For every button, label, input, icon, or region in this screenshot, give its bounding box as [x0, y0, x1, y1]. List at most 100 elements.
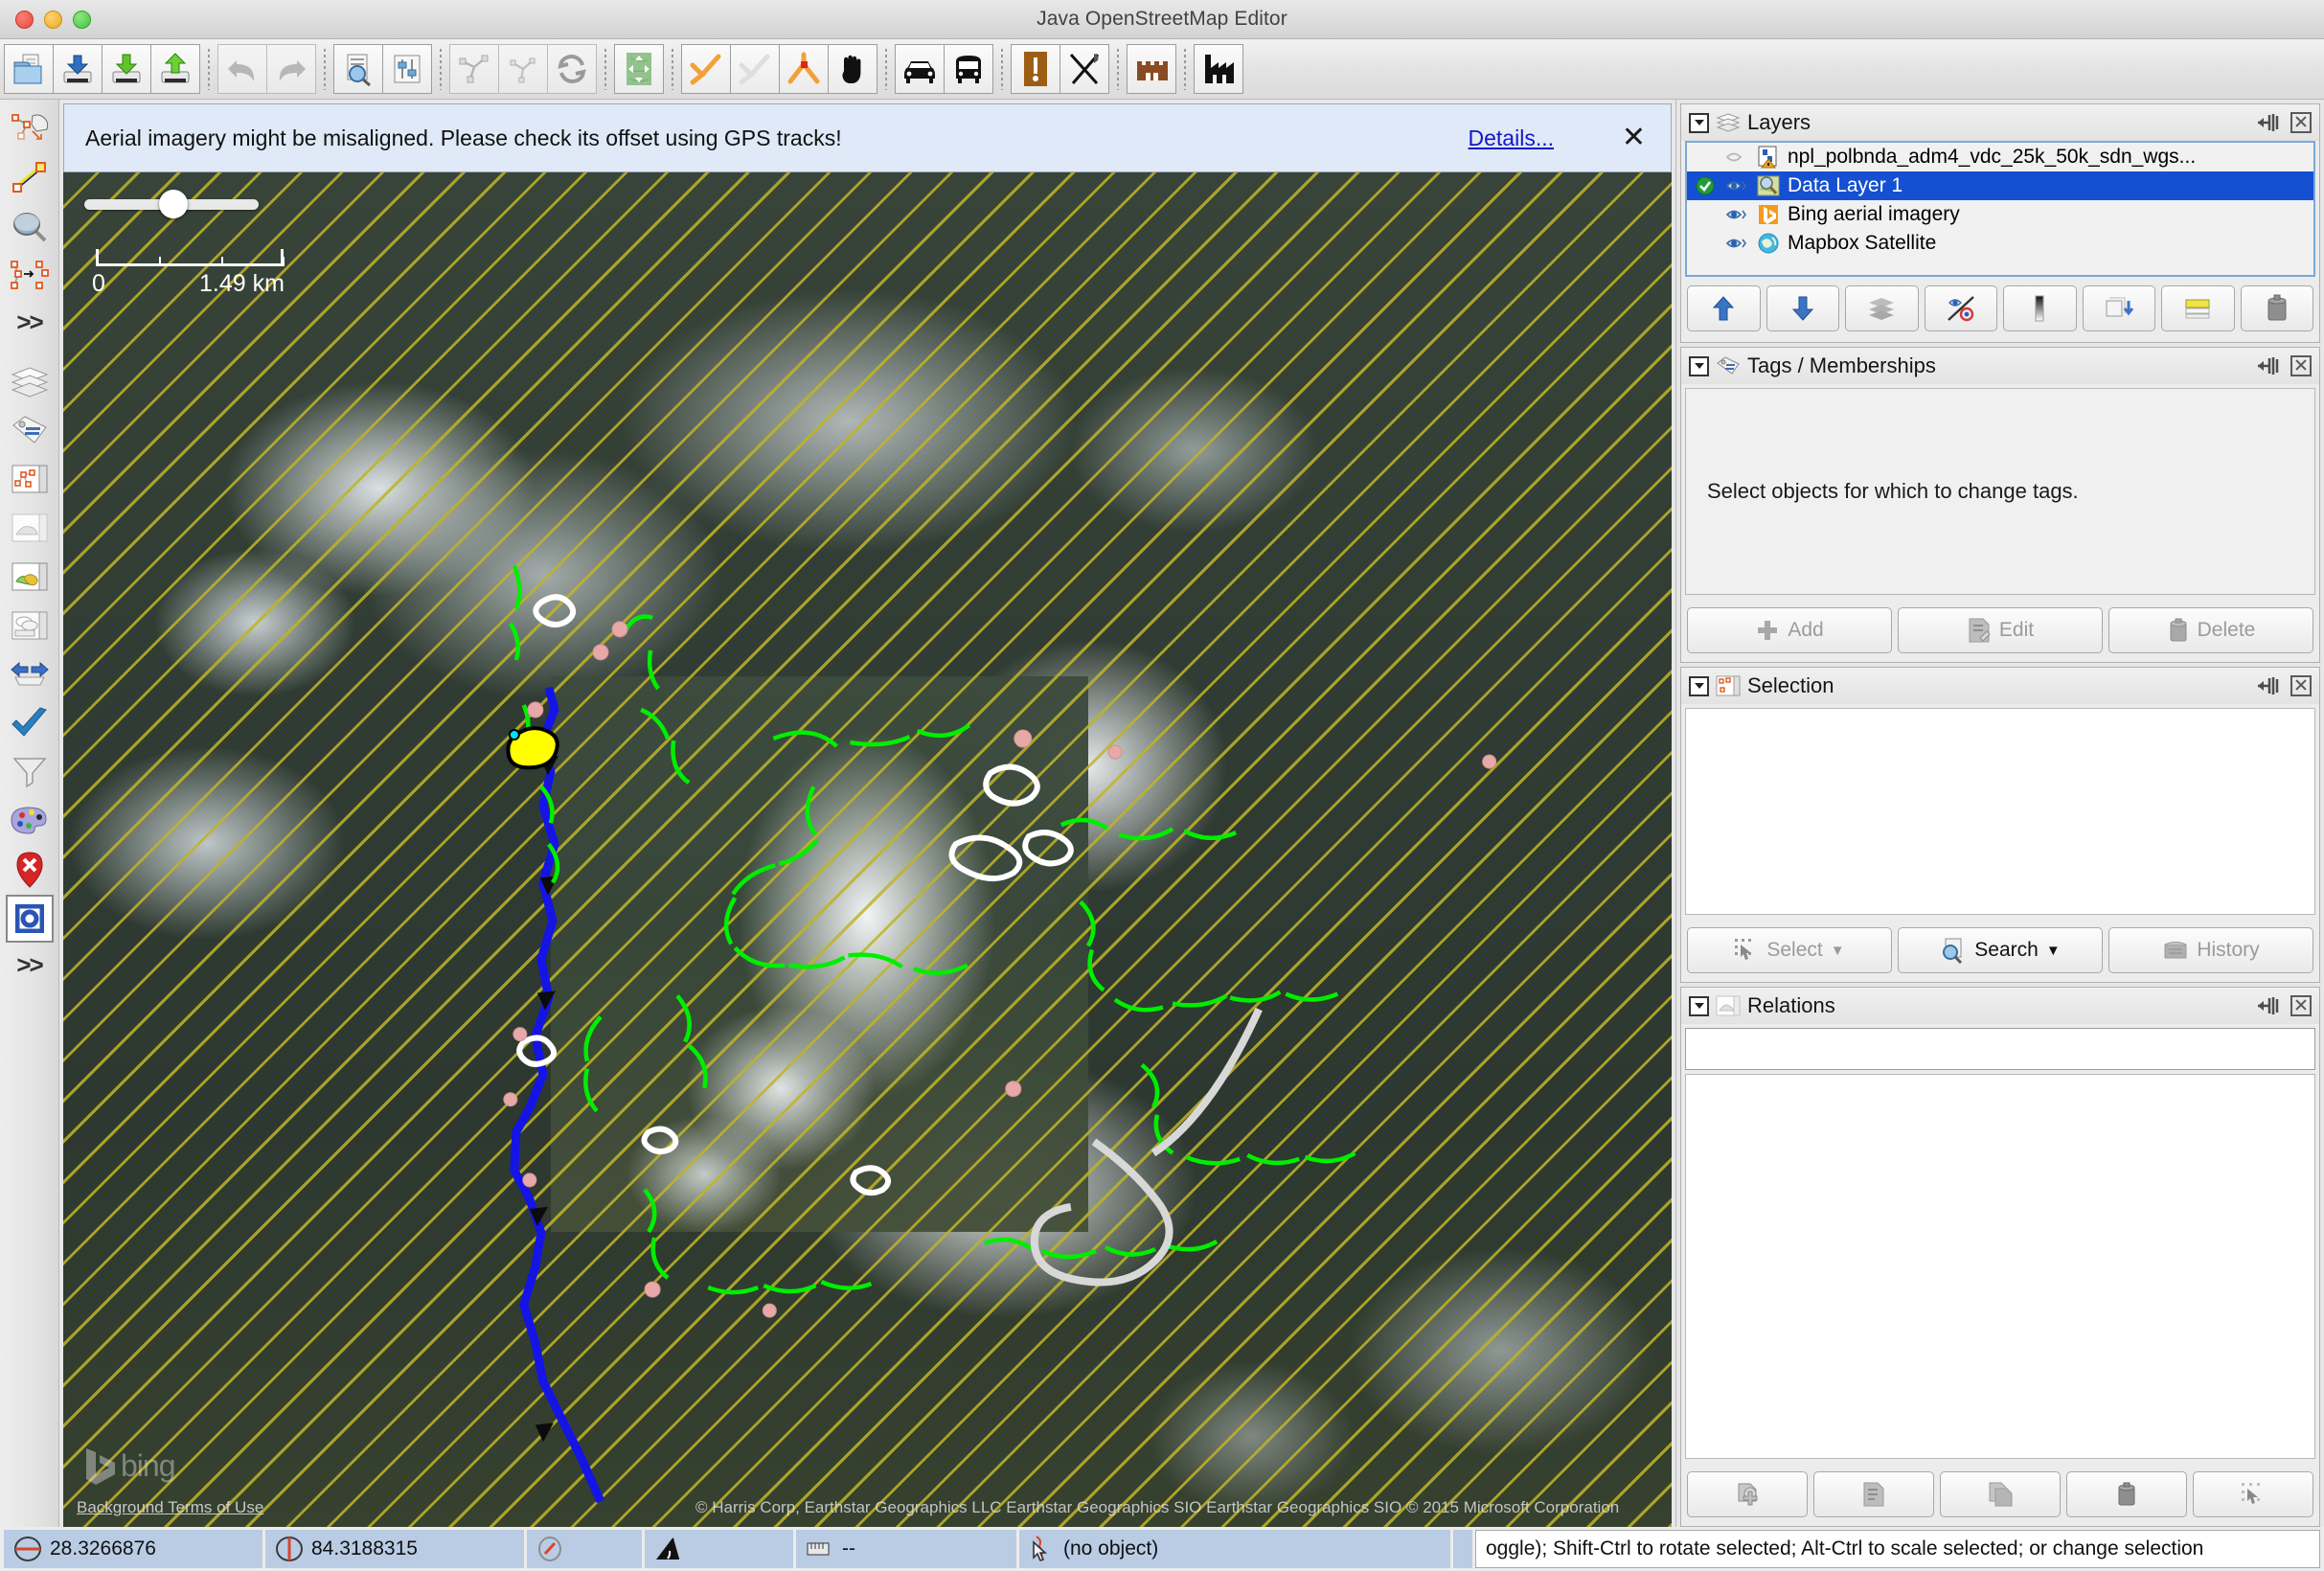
selection-select-button[interactable]: Select ▼ [1687, 927, 1892, 973]
tag-edit-button[interactable]: Edit [1898, 607, 2103, 653]
filter-toggle-button[interactable] [6, 748, 54, 796]
tags-toggle-button[interactable] [6, 406, 54, 454]
relation-delete-button[interactable] [2066, 1471, 2187, 1517]
notice-close-button[interactable]: ✕ [1622, 124, 1646, 152]
draw-mode-button[interactable] [6, 154, 54, 202]
selection-panel-close-button[interactable] [2290, 675, 2312, 696]
zoom-mode-button[interactable] [6, 203, 54, 251]
layer-duplicate-button[interactable] [1845, 285, 1919, 331]
download-from-osm-button[interactable] [53, 44, 103, 94]
validator-button[interactable] [1011, 44, 1060, 94]
layer-visibility-toggle[interactable] [1724, 208, 1749, 221]
open-file-button[interactable] [4, 44, 54, 94]
relations-panel-menu-button[interactable] [1689, 995, 1709, 1016]
save-button[interactable] [102, 44, 151, 94]
layer-visibility-toggle[interactable] [1724, 237, 1749, 250]
improve-way-accuracy-button[interactable] [6, 252, 54, 300]
notice-details-link[interactable]: Details... [1469, 125, 1554, 151]
bus-preset-button[interactable] [944, 44, 993, 94]
trash-icon [2118, 1482, 2135, 1506]
more-panels-button[interactable]: >> [6, 944, 54, 986]
layer-toggle-visibility-button[interactable] [1924, 285, 1997, 331]
selection-select-caret[interactable]: ▼ [1831, 943, 1845, 959]
tags-panel-menu-button[interactable] [1689, 355, 1709, 376]
layer-row-mapbox[interactable]: Mapbox Satellite [1687, 229, 2313, 258]
zoom-slider-knob[interactable] [159, 190, 188, 218]
layers-panel-menu-button[interactable] [1689, 112, 1709, 133]
relations-panel-close-button[interactable] [2290, 995, 2312, 1016]
layer-visibility-toggle[interactable] [1724, 150, 1749, 164]
preferences-button[interactable] [333, 44, 383, 94]
upload-button[interactable] [150, 44, 200, 94]
layers-toggle-button[interactable] [6, 357, 54, 405]
update-data-button[interactable] [449, 44, 499, 94]
car-preset-button[interactable] [895, 44, 945, 94]
tag-add-button[interactable]: Add [1687, 607, 1892, 653]
layer-label: Bing aerial imagery [1788, 203, 1960, 225]
relations-filter-input[interactable] [1685, 1028, 2315, 1070]
selection-search-caret[interactable]: ▼ [2046, 943, 2061, 959]
update-modified-button[interactable] [547, 44, 597, 94]
unglue-button[interactable] [828, 44, 877, 94]
selection-list[interactable] [1685, 708, 2315, 915]
castle-preset-button[interactable] [1127, 44, 1176, 94]
undo-button[interactable] [217, 44, 267, 94]
layers-list[interactable]: npl_polbnda_adm4_vdc_25k_50k_sdn_wgs... [1685, 141, 2315, 277]
pin-icon[interactable] [2256, 112, 2283, 133]
select-mode-button[interactable] [6, 105, 54, 153]
restaurant-preset-button[interactable] [1059, 44, 1109, 94]
tags-panel-close-button[interactable] [2290, 355, 2312, 376]
notes-toggle-button[interactable] [6, 846, 54, 894]
relations-list[interactable] [1685, 1074, 2315, 1459]
changeset-toggle-button[interactable] [6, 699, 54, 747]
pin-icon[interactable] [2256, 355, 2283, 376]
selection-toggle-button[interactable] [6, 455, 54, 503]
imagery-offset-button[interactable] [5, 895, 54, 943]
more-modes-button[interactable]: >> [6, 301, 54, 343]
background-terms-link[interactable]: Background Terms of Use [77, 1498, 263, 1517]
selection-history-button[interactable]: History [2108, 927, 2313, 973]
split-way-button[interactable] [681, 44, 731, 94]
map-paint-styles-button[interactable] [6, 797, 54, 845]
relations-panel-title-bar: Relations [1681, 988, 2319, 1024]
layer-row-gpx[interactable]: npl_polbnda_adm4_vdc_25k_50k_sdn_wgs... [1687, 143, 2313, 171]
update-selection-button[interactable] [498, 44, 548, 94]
conflicts-toggle-button[interactable] [6, 602, 54, 649]
layers-stack-icon [11, 367, 48, 398]
history-icon [2164, 942, 2187, 959]
selection-search-button[interactable]: Search ▼ [1898, 927, 2103, 973]
layer-merge-button[interactable] [2082, 285, 2155, 331]
settings-button[interactable] [382, 44, 432, 94]
selection-panel-actions [2256, 675, 2312, 696]
select-hand-nodes-icon [11, 114, 48, 140]
layers-panel-close-button[interactable] [2290, 112, 2312, 133]
selection-panel-menu-button[interactable] [1689, 675, 1709, 696]
layer-move-up-button[interactable] [1687, 285, 1761, 331]
layer-delete-button[interactable] [2240, 285, 2313, 331]
redo-button[interactable] [266, 44, 316, 94]
layer-row-data[interactable]: Data Layer 1 [1687, 171, 2313, 200]
relations-toggle-button[interactable] [6, 504, 54, 552]
layer-opacity-button[interactable] [2003, 285, 2077, 331]
relation-select-members-button[interactable] [2193, 1471, 2313, 1517]
toolbar-separator [1116, 48, 1119, 90]
relation-duplicate-button[interactable] [1940, 1471, 2061, 1517]
pin-icon[interactable] [2256, 995, 2283, 1016]
layer-properties-button[interactable] [2161, 285, 2235, 331]
validation-toggle-button[interactable] [6, 650, 54, 698]
map-view[interactable]: 0 1.49 km bing Background Terms of Use ©… [63, 172, 1672, 1527]
magnifier-icon [12, 213, 46, 242]
tag-delete-button[interactable]: Delete [2108, 607, 2313, 653]
relation-edit-button[interactable] [1813, 1471, 1934, 1517]
pin-icon[interactable] [2256, 675, 2283, 696]
relation-new-button[interactable] [1687, 1471, 1808, 1517]
layer-visibility-toggle[interactable] [1724, 179, 1749, 193]
relations-panel-actions [2256, 995, 2312, 1016]
authors-toggle-button[interactable] [6, 553, 54, 601]
layer-move-down-button[interactable] [1766, 285, 1839, 331]
industrial-preset-button[interactable] [1194, 44, 1243, 94]
combine-way-button[interactable] [730, 44, 780, 94]
reverse-way-button[interactable] [779, 44, 829, 94]
jump-to-position-button[interactable] [614, 44, 664, 94]
layer-row-bing[interactable]: Bing aerial imagery [1687, 200, 2313, 229]
